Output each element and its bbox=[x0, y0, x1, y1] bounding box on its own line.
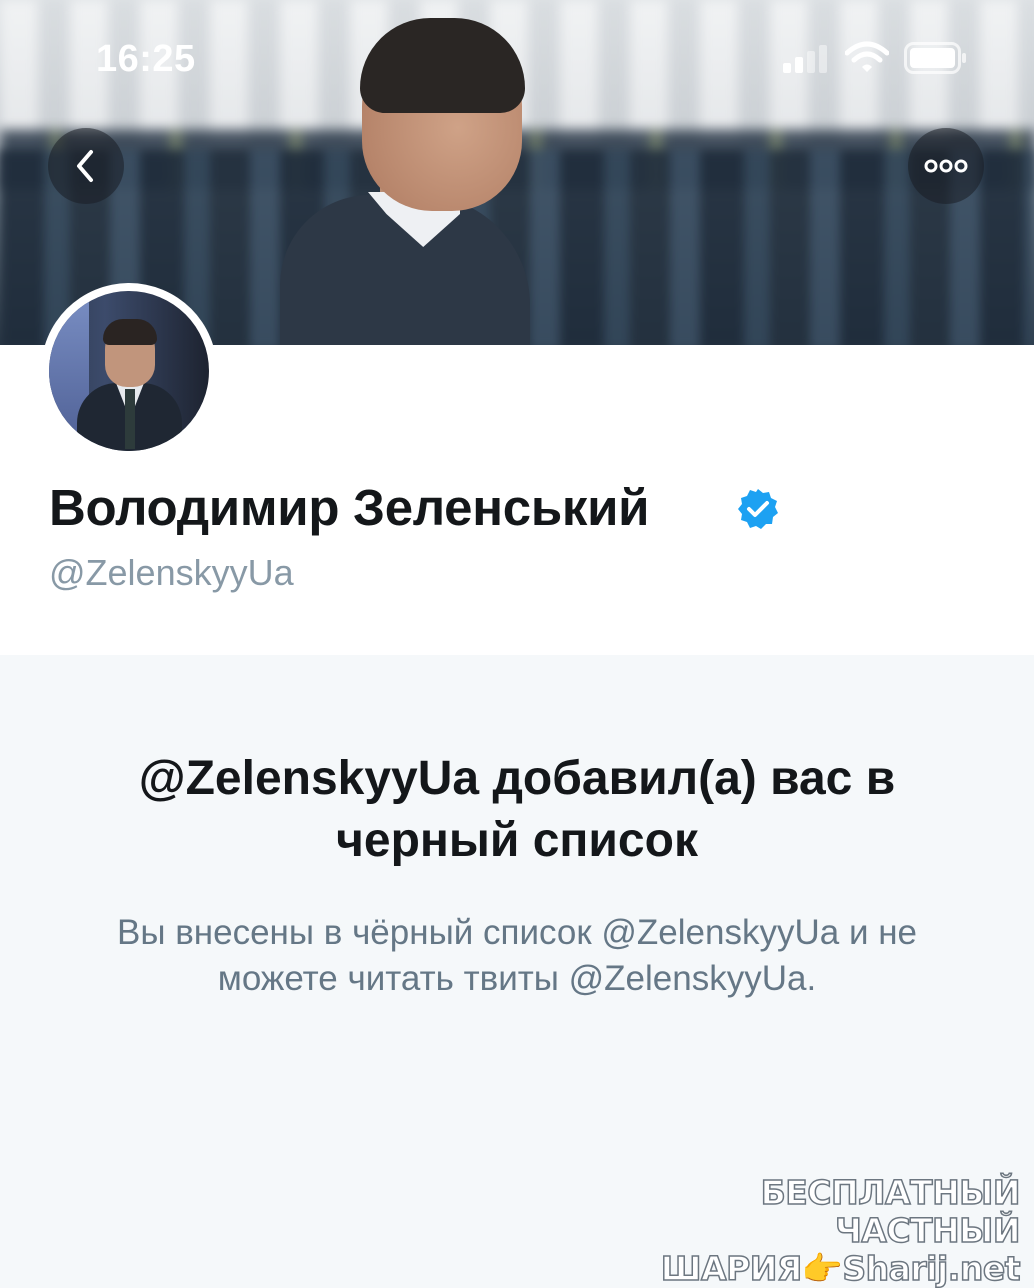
watermark-line-2: ШАРИЯ👉Sharij.net bbox=[660, 1249, 1021, 1288]
watermark: БЕСПЛАТНЫЙ ЧАСТНЫЙ ШАРИЯ👉Sharij.net bbox=[660, 1173, 1021, 1288]
profile-handle: @ZelenskyyUa bbox=[49, 552, 294, 593]
wifi-icon bbox=[845, 41, 889, 72]
more-horizontal-icon bbox=[924, 159, 968, 173]
chevron-left-icon bbox=[77, 150, 93, 182]
more-options-button[interactable] bbox=[908, 128, 984, 204]
back-button[interactable] bbox=[48, 128, 124, 204]
blocked-title: @ZelenskyyUa добавил(а) вас в черный спи… bbox=[138, 752, 896, 867]
battery-icon bbox=[904, 42, 966, 74]
status-bar: 16:25 bbox=[0, 0, 1034, 110]
blocked-description: Вы внесены в чёрный список @ZelenskyyUa … bbox=[116, 913, 918, 998]
cellular-signal-icon bbox=[783, 45, 827, 73]
profile-name: Володимир Зеленський bbox=[49, 479, 650, 536]
verified-badge-icon bbox=[738, 489, 778, 529]
avatar[interactable] bbox=[41, 283, 217, 459]
watermark-line-1: БЕСПЛАТНЫЙ ЧАСТНЫЙ bbox=[760, 1173, 1021, 1251]
status-time: 16:25 bbox=[96, 38, 196, 80]
